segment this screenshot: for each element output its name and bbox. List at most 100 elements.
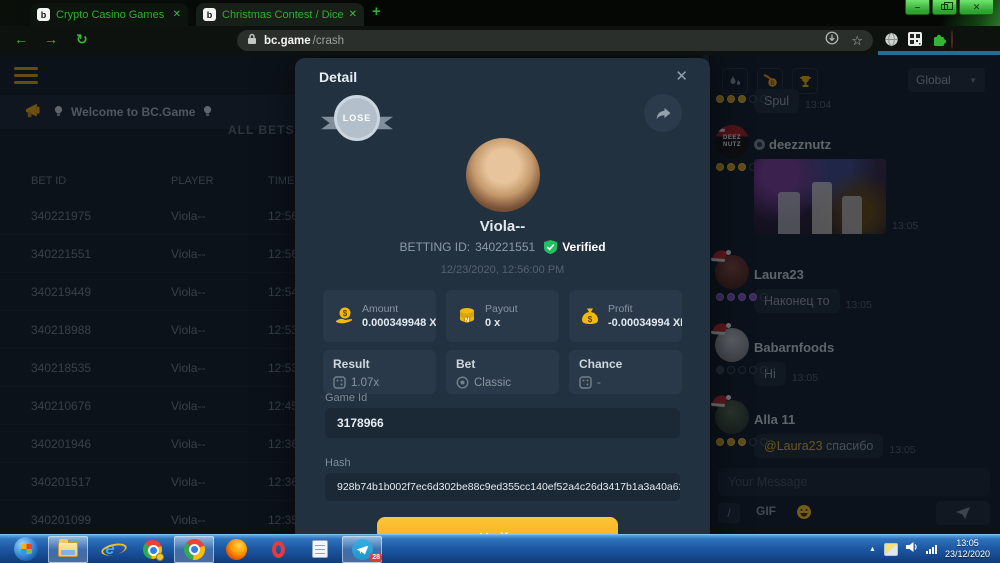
window-controls: – ✕: [903, 0, 994, 15]
browser-tab-1[interactable]: b Crypto Casino Games - The 16 B ✕: [30, 3, 188, 26]
stat-label: Chance: [579, 357, 672, 371]
stat-label: Bet: [456, 357, 549, 371]
globe-extension-icon[interactable]: [884, 32, 899, 52]
stat-card-profit: $Profit-0.00034994 XMR: [569, 290, 682, 342]
clock-date: 23/12/2020: [945, 549, 990, 560]
address-bar[interactable]: bc.game /crash ☆: [237, 30, 873, 51]
new-tab-button[interactable]: +: [372, 3, 381, 20]
taskbar-app-telegram[interactable]: 28: [342, 536, 382, 563]
dice-icon: [333, 376, 346, 389]
stat-card-payout: N Payout 0 x: [446, 290, 559, 342]
stat-card-result: Result1.07x: [323, 350, 436, 394]
bookmark-star-icon[interactable]: ☆: [851, 33, 863, 49]
internet-explorer-icon: e: [105, 539, 114, 559]
svg-text:N: N: [465, 317, 470, 324]
windows-orb-icon: [14, 537, 38, 561]
extensions-puzzle-icon[interactable]: [932, 32, 947, 52]
coin-stack-icon: N: [456, 305, 478, 327]
player-avatar[interactable]: [466, 138, 540, 212]
money-bag-icon: $: [579, 305, 601, 327]
explorer-icon: [58, 542, 78, 557]
notification-badge: 28: [370, 553, 382, 562]
modal-title: Detail: [319, 69, 357, 85]
screen: b Crypto Casino Games - The 16 B ✕ b Chr…: [0, 0, 1000, 563]
stat-card-amount: $ Amount 0.000349948 XMR: [323, 290, 436, 342]
hash-label: Hash: [325, 457, 351, 469]
stat-label: Amount: [362, 303, 436, 315]
network-icon[interactable]: [926, 545, 937, 554]
restore-icon: [941, 4, 948, 10]
dice-icon: [579, 376, 592, 389]
taskbar-app-chrome[interactable]: [174, 536, 214, 563]
stat-value: Classic: [474, 377, 511, 389]
betting-id-value: 340221551: [475, 240, 535, 254]
chrome-icon: [184, 539, 205, 560]
tab-favicon: b: [37, 8, 50, 21]
opera-icon: [272, 541, 285, 558]
tray-expand-icon[interactable]: ▲: [869, 546, 876, 553]
page-content: Welcome to BC.Game ALL BETS BET ID PLAYE…: [0, 55, 1000, 563]
install-icon[interactable]: [825, 31, 839, 50]
tab-title: Crypto Casino Games - The 16 B: [56, 9, 167, 21]
browser-tab-2[interactable]: b Christmas Contest / Dice Roll Hu ✕: [196, 3, 364, 26]
taskbar-app-explorer[interactable]: [48, 536, 88, 563]
notepad-icon: [312, 540, 328, 558]
taskbar: e 28 ▲ 13:05 23/12/2020: [0, 534, 1000, 563]
modal-close-icon[interactable]: ✕: [675, 67, 688, 85]
tray-app-icon[interactable]: [884, 543, 898, 556]
stat-value: -: [597, 377, 601, 389]
lose-badge: LOSE: [321, 90, 393, 148]
taskbar-app-chrome-profile[interactable]: [132, 536, 172, 563]
tab-close-icon[interactable]: ✕: [349, 9, 357, 20]
game-id-field[interactable]: 3178966: [325, 408, 680, 438]
lock-icon: [247, 32, 257, 50]
svg-text:$: $: [588, 315, 593, 324]
tab-close-icon[interactable]: ✕: [173, 9, 181, 20]
stat-card-bet: Bet Classic: [446, 350, 559, 394]
chip-icon: [456, 376, 469, 389]
speaker-icon[interactable]: [906, 540, 918, 558]
bet-detail-modal: Detail ✕ LOSE Viola-- BETTING ID: 340221…: [295, 58, 710, 563]
close-button[interactable]: ✕: [959, 0, 994, 15]
player-name: Viola--: [295, 218, 710, 235]
url-path: /crash: [313, 35, 344, 47]
stat-value: 0.000349948 XMR: [362, 317, 436, 329]
profile-avatar[interactable]: [951, 31, 953, 49]
betting-id-row: BETTING ID: 340221551 Verified: [295, 240, 710, 254]
browser-toolbar: ← → ↻ bc.game /crash ☆: [0, 26, 1000, 55]
svg-text:$: $: [343, 309, 348, 318]
taskbar-app-opera[interactable]: [258, 536, 298, 563]
verified-shield-icon: [544, 240, 557, 254]
tab-title: Christmas Contest / Dice Roll Hu: [222, 9, 343, 21]
hash-field[interactable]: 928b74b1b002f7ec6d302be88c9ed355cc140ef5…: [325, 473, 680, 501]
taskbar-app-notepad[interactable]: [300, 536, 340, 563]
taskbar-clock[interactable]: 13:05 23/12/2020: [945, 538, 990, 561]
url-domain: bc.game: [264, 35, 311, 47]
taskbar-app-firefox[interactable]: [216, 536, 256, 563]
bet-stats-grid: $ Amount 0.000349948 XMR N Payout 0 x $ Profit -…: [323, 290, 682, 394]
browser-tab-bar: b Crypto Casino Games - The 16 B ✕ b Chr…: [0, 0, 1000, 26]
share-button[interactable]: [644, 94, 682, 132]
minimize-button[interactable]: –: [905, 0, 930, 15]
restore-button[interactable]: [932, 0, 957, 15]
taskbar-apps: e 28: [6, 536, 382, 563]
system-tray: ▲ 13:05 23/12/2020: [869, 538, 994, 561]
taskbar-app-start-button[interactable]: [6, 536, 46, 563]
stat-label: Profit: [608, 303, 682, 315]
forward-button[interactable]: →: [44, 31, 58, 47]
bet-datetime: 12/23/2020, 12:56:00 PM: [295, 264, 710, 276]
stat-label: Payout: [485, 303, 518, 315]
tab-favicon: b: [203, 8, 216, 21]
header-accent-strip: [878, 51, 1000, 55]
clock-time: 13:05: [956, 538, 979, 549]
qr-extension-icon[interactable]: [908, 32, 922, 51]
taskbar-app-internet-explorer[interactable]: e: [90, 536, 130, 563]
game-id-label: Game Id: [325, 392, 367, 404]
verified-label: Verified: [562, 240, 605, 254]
betting-id-label: BETTING ID:: [399, 240, 470, 254]
reload-button[interactable]: ↻: [76, 31, 88, 48]
chrome-profile-icon: [143, 540, 162, 559]
stat-value: 0 x: [485, 317, 518, 329]
coin-hand-icon: $: [333, 305, 355, 327]
back-button[interactable]: ←: [14, 31, 28, 47]
